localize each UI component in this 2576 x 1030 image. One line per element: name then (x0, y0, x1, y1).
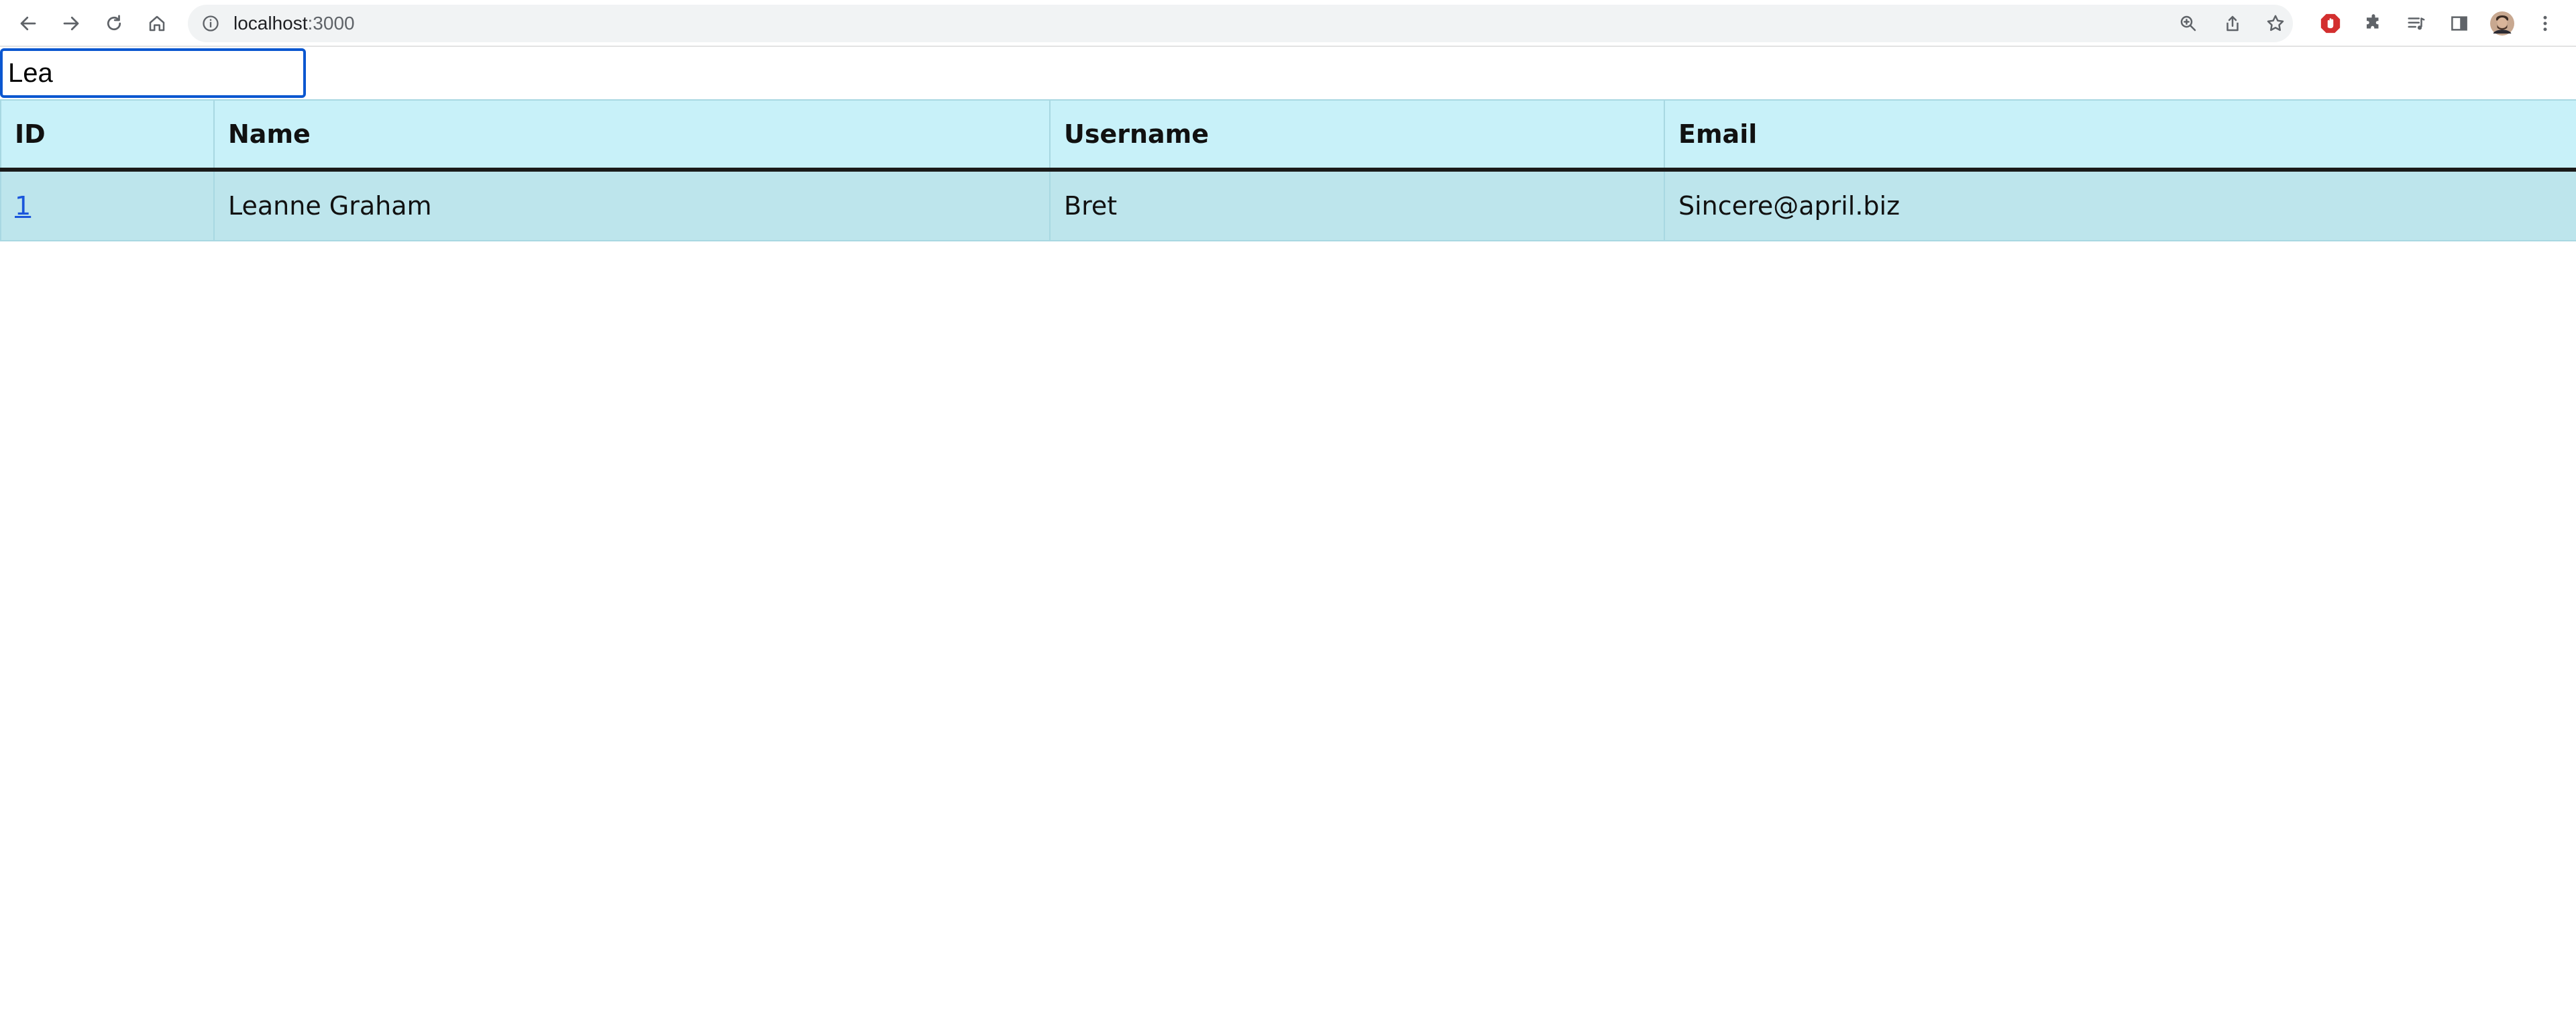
table-header-row: ID Name Username Email (0, 99, 2576, 172)
cell-username: Bret (1049, 169, 1665, 241)
media-button[interactable] (2400, 7, 2432, 40)
table-body: 1 Leanne Graham Bret Sincere@april.biz (0, 169, 2576, 241)
kebab-menu-icon (2543, 15, 2547, 32)
column-header-username: Username (1049, 99, 1665, 172)
browser-toolbar: localhost:3000 (0, 0, 2576, 47)
cell-name: Leanne Graham (213, 169, 1051, 241)
users-table: ID Name Username Email 1 Leanne Graham B… (0, 99, 2576, 241)
browser-window: localhost:3000 Lea ID Name Username Emai… (0, 0, 2576, 1030)
url-host: localhost (233, 13, 308, 34)
puzzle-icon (2367, 14, 2379, 29)
search-input[interactable] (0, 48, 306, 98)
cell-email: Sincere@april.biz (1664, 169, 2576, 241)
media-queue-icon (2408, 17, 2425, 30)
cell-id: 1 (0, 169, 215, 241)
home-icon (149, 15, 165, 32)
forward-button[interactable] (55, 7, 87, 40)
bookmark-button[interactable] (2263, 11, 2288, 36)
zoom-icon (2180, 15, 2196, 32)
profile-button[interactable] (2486, 7, 2518, 40)
side-panel-button[interactable] (2443, 7, 2475, 40)
table-row: 1 Leanne Graham Bret Sincere@april.biz (0, 169, 2576, 241)
back-arrow-icon (20, 16, 36, 31)
column-header-id: ID (0, 99, 215, 172)
user-id-link[interactable]: 1 (15, 191, 31, 221)
share-icon (2226, 15, 2239, 32)
adblock-extension-button[interactable] (2314, 7, 2347, 40)
share-button[interactable] (2220, 11, 2245, 36)
browser-menu-button[interactable] (2529, 7, 2561, 40)
home-button[interactable] (141, 7, 173, 40)
extensions-button[interactable] (2357, 7, 2390, 40)
column-header-name: Name (213, 99, 1051, 172)
column-header-email: Email (1664, 99, 2576, 172)
url-port: :3000 (307, 13, 355, 34)
adblock-icon (2320, 13, 2341, 34)
reload-icon (107, 15, 121, 31)
star-icon (2267, 15, 2284, 32)
info-icon[interactable] (201, 14, 220, 33)
side-panel-icon (2451, 16, 2467, 31)
url-text[interactable]: localhost:3000 (233, 5, 355, 42)
address-bar[interactable]: localhost:3000 (188, 5, 2293, 42)
back-button[interactable] (12, 7, 44, 40)
zoom-button[interactable] (2176, 11, 2200, 36)
table-header: ID Name Username Email (0, 99, 2576, 172)
forward-arrow-icon (63, 16, 79, 31)
reload-button[interactable] (98, 7, 130, 40)
avatar (2490, 11, 2514, 36)
